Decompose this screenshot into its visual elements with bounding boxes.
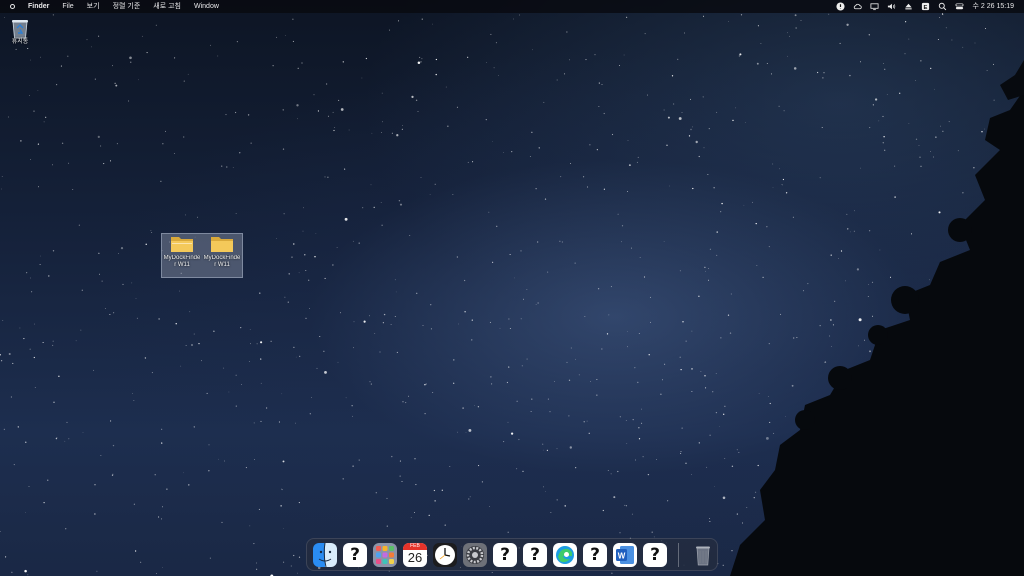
dock-system-settings[interactable] bbox=[463, 542, 487, 567]
desktop-folder[interactable]: MyDockFinder W11 bbox=[162, 235, 202, 270]
desktop-folder[interactable]: MyDockFinder W11 bbox=[202, 235, 242, 270]
dock-unknown-app[interactable]: ? bbox=[523, 542, 547, 567]
word-letter: W bbox=[618, 551, 626, 560]
menu-file[interactable]: File bbox=[62, 0, 73, 13]
dock-trash[interactable] bbox=[691, 543, 715, 567]
folder-label: MyDockFinder W11 bbox=[163, 255, 201, 268]
clock-icon bbox=[433, 542, 457, 567]
menu-app-finder[interactable]: Finder bbox=[28, 0, 49, 13]
display-icon[interactable] bbox=[869, 0, 880, 13]
menu-bar: Finder File 보기 정렬 기준 새로 고침 Window E 수 2 … bbox=[0, 0, 1024, 13]
dock-finder[interactable] bbox=[313, 542, 337, 567]
eject-icon[interactable] bbox=[903, 0, 914, 13]
trash-icon bbox=[696, 546, 710, 565]
folder-label: MyDockFinder W11 bbox=[203, 255, 241, 268]
menu-refresh[interactable]: 새로 고침 bbox=[153, 0, 181, 13]
dock-launchpad[interactable] bbox=[373, 542, 397, 567]
cloud-icon[interactable] bbox=[852, 0, 863, 13]
dock-unknown-app[interactable]: ? bbox=[583, 542, 607, 567]
dock-clock[interactable] bbox=[433, 542, 457, 567]
tree-silhouette bbox=[730, 60, 1024, 576]
menu-sort-by[interactable]: 정렬 기준 bbox=[113, 0, 141, 13]
dock-edge[interactable] bbox=[553, 542, 577, 567]
calendar-day: 26 bbox=[407, 549, 423, 565]
dock-calendar[interactable]: FEB 26 bbox=[403, 542, 427, 567]
system-menu-icon[interactable] bbox=[10, 4, 15, 9]
desktop-trash-label: 휴지통 bbox=[11, 39, 29, 45]
dock-separator bbox=[678, 542, 679, 567]
question-icon: ? bbox=[590, 544, 600, 565]
notification-icon[interactable] bbox=[835, 0, 846, 13]
folder-icon bbox=[211, 237, 233, 252]
folder-icon bbox=[171, 237, 193, 252]
desktop-trash[interactable]: 휴지통 bbox=[6, 17, 34, 46]
menu-clock[interactable]: 수 2 26 15:19 bbox=[973, 0, 1014, 13]
volume-icon[interactable] bbox=[886, 0, 897, 13]
edge-browser-icon bbox=[553, 542, 577, 567]
question-icon: ? bbox=[500, 544, 510, 565]
dock: ? FEB 26 ? ? ? W ? bbox=[306, 538, 718, 571]
calendar-month: FEB bbox=[403, 542, 427, 550]
gear-icon bbox=[463, 542, 487, 567]
input-method-label: E bbox=[923, 5, 927, 11]
dock-unknown-app[interactable]: ? bbox=[643, 542, 667, 567]
input-method-icon[interactable]: E bbox=[920, 0, 931, 13]
launchpad-icon bbox=[373, 542, 397, 567]
dock-unknown-app[interactable]: ? bbox=[493, 542, 517, 567]
dock-word[interactable]: W bbox=[613, 542, 637, 567]
dock-unknown-app[interactable]: ? bbox=[343, 542, 367, 567]
question-icon: ? bbox=[650, 544, 660, 565]
desktop[interactable]: Finder File 보기 정렬 기준 새로 고침 Window E 수 2 … bbox=[0, 0, 1024, 576]
question-icon: ? bbox=[530, 544, 540, 565]
word-icon: W bbox=[613, 542, 637, 567]
recycle-bin-icon bbox=[12, 20, 28, 39]
menu-window[interactable]: Window bbox=[194, 0, 219, 13]
search-icon[interactable] bbox=[937, 0, 948, 13]
menu-view[interactable]: 보기 bbox=[87, 0, 100, 13]
finder-icon bbox=[313, 542, 337, 567]
question-icon: ? bbox=[350, 544, 360, 565]
control-center-icon[interactable] bbox=[954, 0, 965, 13]
